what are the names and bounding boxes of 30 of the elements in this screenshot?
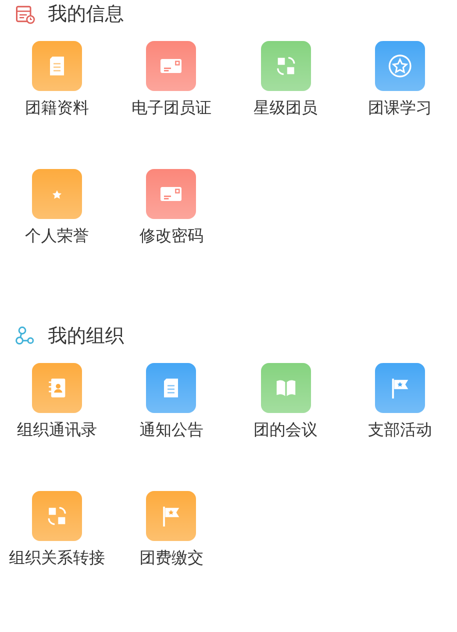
menu-label[interactable]: 组织关系转接	[9, 548, 106, 568]
menu-label[interactable]: 支部活动	[368, 420, 432, 440]
menu-label[interactable]: 团课学习	[368, 98, 432, 118]
star-icon	[52, 189, 62, 199]
menu-tile[interactable]	[260, 363, 311, 413]
section-title: 我的信息	[48, 2, 124, 27]
menu-label[interactable]: 团的会议	[254, 420, 318, 440]
menu-tile[interactable]	[32, 169, 82, 219]
menu-tile[interactable]	[146, 363, 196, 413]
calendar-icon	[14, 3, 36, 25]
menu-label[interactable]: 组织通讯录	[17, 420, 98, 440]
menu-tile[interactable]	[32, 363, 82, 413]
menu-tile[interactable]	[260, 41, 311, 91]
star-circle-icon	[386, 52, 414, 80]
menu-tile[interactable]	[374, 363, 425, 413]
network-icon	[14, 325, 36, 347]
menu-label[interactable]: 修改密码	[139, 226, 204, 246]
menu-label[interactable]: 团籍资料	[25, 98, 90, 118]
menu-tile[interactable]	[146, 41, 196, 91]
menu-label[interactable]: 个人荣誉	[25, 226, 90, 246]
menu-tile[interactable]	[374, 41, 425, 91]
menu-tile[interactable]	[146, 169, 196, 219]
menu-label[interactable]: 星级团员	[254, 98, 318, 118]
menu-tile[interactable]	[146, 491, 196, 541]
section-title: 我的组织	[48, 324, 124, 349]
menu-tile[interactable]	[32, 41, 82, 91]
menu-label[interactable]: 通知公告	[139, 420, 204, 440]
menu-label[interactable]: 电子团员证	[131, 98, 212, 118]
menu-label[interactable]: 团费缴交	[139, 548, 204, 568]
menu-tile[interactable]	[32, 491, 82, 541]
